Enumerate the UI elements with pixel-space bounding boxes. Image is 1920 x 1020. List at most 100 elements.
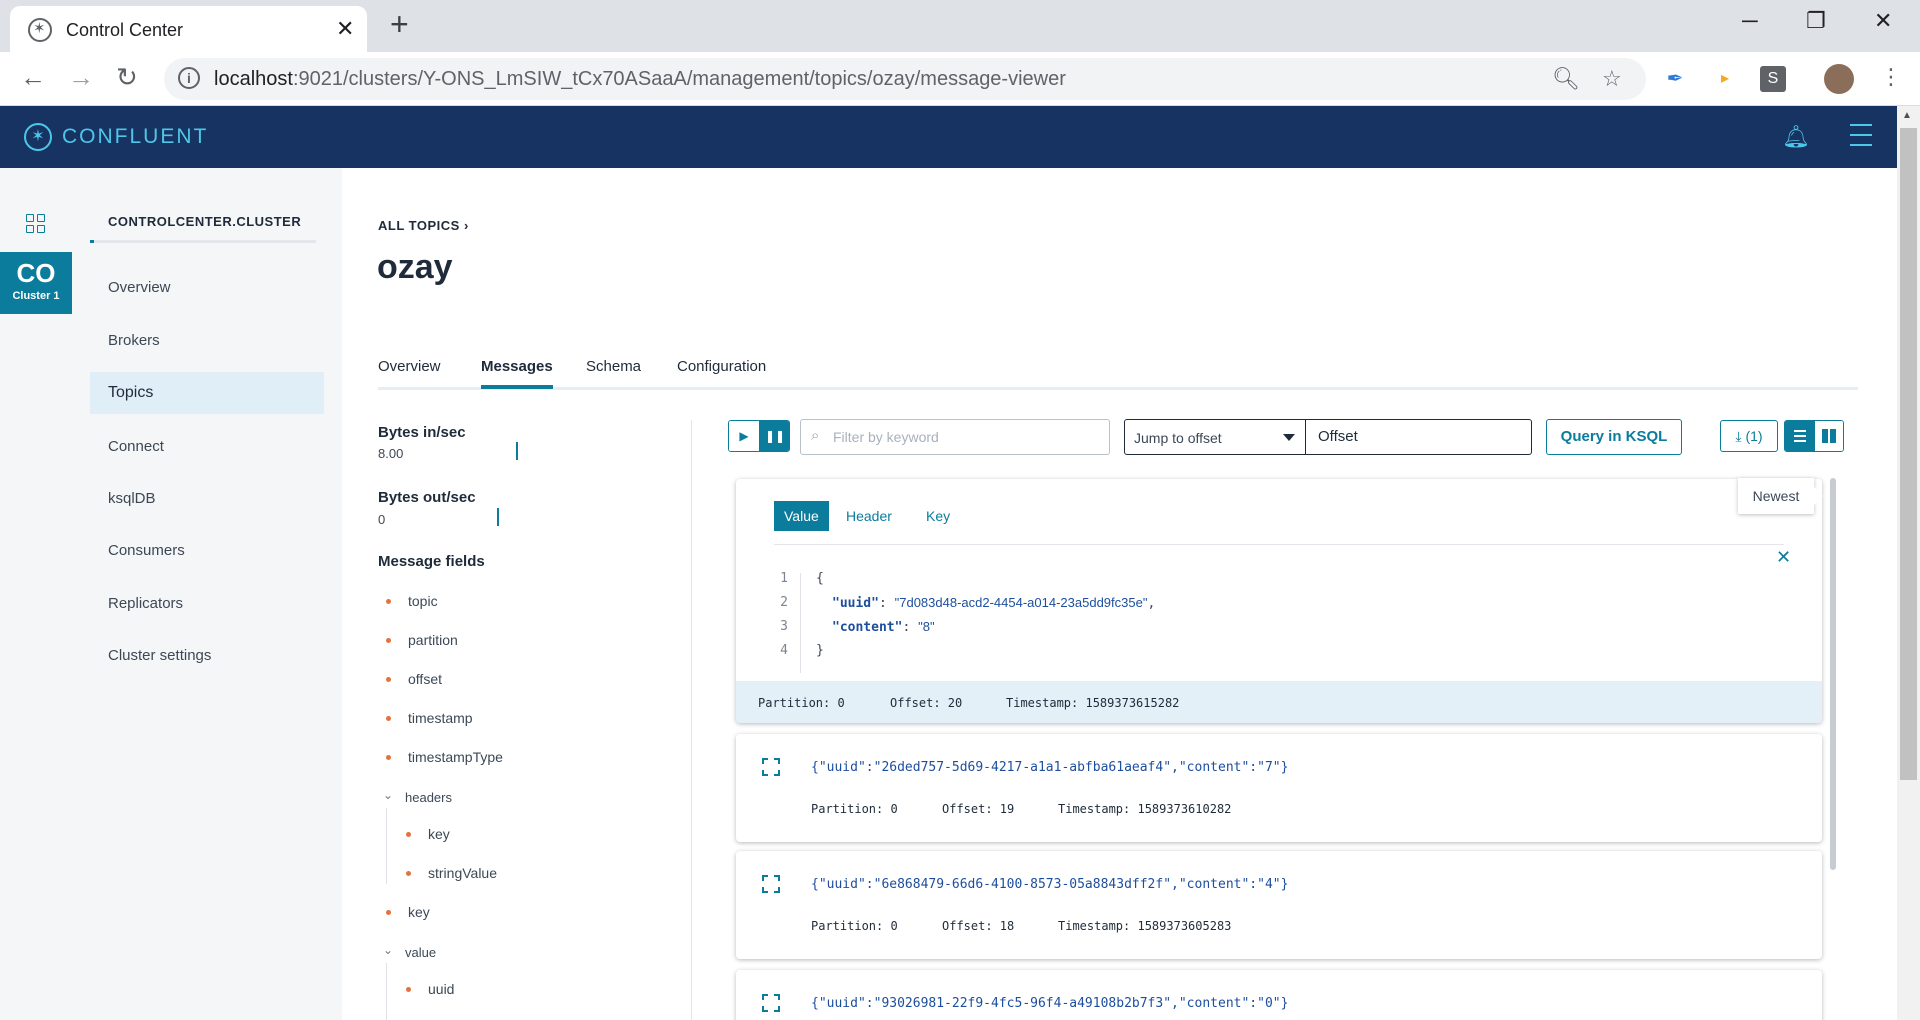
- offset-field[interactable]: [1305, 419, 1532, 455]
- sidenav-item-replicators[interactable]: Replicators: [90, 583, 324, 625]
- chevron-down-icon[interactable]: ⌄: [383, 788, 393, 802]
- list-view-icon[interactable]: [1785, 421, 1815, 451]
- field-headers-key[interactable]: key: [406, 826, 450, 842]
- all-clusters-grid-icon[interactable]: [26, 214, 46, 234]
- filter-input[interactable]: [833, 426, 1103, 448]
- subtab-value[interactable]: Value: [774, 501, 829, 531]
- url-text[interactable]: localhost:9021/clusters/Y-ONS_LmSIW_tCx7…: [214, 68, 1066, 91]
- card-view-icon[interactable]: [1815, 421, 1843, 451]
- cluster-name: CONTROLCENTER.CLUSTER: [108, 214, 302, 229]
- query-in-ksql-button[interactable]: Query in KSQL: [1546, 419, 1682, 455]
- bookmark-star-icon[interactable]: ☆: [1602, 66, 1622, 92]
- pause-button[interactable]: ❚❚: [759, 421, 789, 451]
- offset-input[interactable]: [1318, 428, 1518, 445]
- sidenav-item-consumers[interactable]: Consumers: [90, 530, 324, 572]
- minimize-icon[interactable]: ─: [1742, 8, 1758, 34]
- tab-overview[interactable]: Overview: [378, 358, 441, 375]
- new-tab-icon[interactable]: +: [390, 8, 409, 40]
- play-button[interactable]: ▶: [729, 421, 759, 451]
- json-open-brace: {: [816, 571, 824, 586]
- collapse-close-icon[interactable]: ✕: [1776, 547, 1791, 568]
- site-info-icon[interactable]: i: [178, 67, 200, 89]
- bytes-out-label: Bytes out/sec: [378, 489, 476, 506]
- sidenav-item-cluster-settings[interactable]: Cluster settings: [90, 635, 324, 677]
- back-arrow-icon[interactable]: ←: [20, 62, 46, 93]
- notifications-bell-icon[interactable]: 🔔︎: [1782, 124, 1810, 150]
- line-number: 1: [780, 571, 788, 586]
- tab-messages[interactable]: Messages: [481, 358, 553, 375]
- field-label: timestamp: [408, 710, 473, 726]
- filter-field[interactable]: ⌕: [800, 419, 1110, 455]
- partition-text: Partition: 0: [811, 919, 898, 933]
- json-line-uuid: "uuid": "7d083d48-acd2-4454-a014-23a5dd9…: [832, 595, 1156, 611]
- feather-extension-icon[interactable]: ✒: [1662, 66, 1688, 92]
- expand-icon[interactable]: [762, 875, 780, 893]
- partition-text: Partition: 0: [811, 802, 898, 816]
- chevron-right-icon: ›: [463, 218, 469, 233]
- messages-scrollbar[interactable]: [1830, 478, 1836, 870]
- bytes-out-sparkline: [497, 508, 499, 526]
- browser-tab-strip: Control Center ✕ + ─ ❐ ✕: [0, 0, 1920, 52]
- sidenav-item-topics[interactable]: Topics: [90, 372, 324, 414]
- scroll-up-arrow-icon[interactable]: ▲: [1902, 110, 1912, 121]
- message-meta-bar: Partition: 0 Offset: 20 Timestamp: 15893…: [736, 681, 1822, 723]
- browser-menu-icon[interactable]: ⋮: [1880, 64, 1902, 90]
- chevron-down-icon[interactable]: ⌄: [383, 943, 393, 957]
- address-bar[interactable]: i localhost:9021/clusters/Y-ONS_LmSIW_tC…: [164, 58, 1646, 100]
- cluster-badge[interactable]: CO Cluster 1: [0, 252, 72, 314]
- message-card[interactable]: {"uuid":"93026981-22f9-4fc5-96f4-a49108b…: [736, 970, 1822, 1020]
- jump-select-label: Jump to offset: [1134, 430, 1222, 446]
- subtab-key[interactable]: Key: [916, 501, 960, 531]
- field-topic[interactable]: topic: [386, 593, 438, 609]
- download-button[interactable]: ⤓ (1): [1720, 420, 1778, 452]
- reload-icon[interactable]: ↻: [116, 62, 138, 93]
- cluster-name-underline: [90, 240, 316, 243]
- field-label: offset: [408, 671, 442, 687]
- bullet-icon: [386, 910, 391, 915]
- window-close-icon[interactable]: ✕: [1874, 8, 1892, 34]
- favicon-icon: [28, 18, 52, 42]
- expand-icon[interactable]: [762, 758, 780, 776]
- timestamp-text: Timestamp: 1589373615282: [1006, 696, 1180, 710]
- hamburger-menu-icon[interactable]: [1850, 124, 1872, 148]
- message-card-expanded[interactable]: Value Header Key ✕ 1 2 3 4 { "uuid": "7d…: [736, 479, 1822, 723]
- field-group-value[interactable]: ⌄ value: [383, 943, 436, 960]
- field-headers-stringvalue[interactable]: stringValue: [406, 865, 497, 881]
- field-partition[interactable]: partition: [386, 632, 458, 648]
- message-card[interactable]: {"uuid":"26ded757-5d69-4217-a1a1-abfba61…: [736, 734, 1822, 842]
- breadcrumb[interactable]: ALL TOPICS ›: [378, 218, 469, 233]
- sidenav-item-overview[interactable]: Overview: [90, 267, 324, 309]
- sidenav-item-brokers[interactable]: Brokers: [90, 320, 324, 362]
- page-scrollbar-thumb[interactable]: [1900, 128, 1917, 780]
- field-timestamp[interactable]: timestamp: [386, 710, 473, 726]
- zoom-icon[interactable]: 🔍︎: [1552, 66, 1580, 92]
- s-extension-icon[interactable]: S: [1760, 66, 1786, 92]
- arrow-extension-icon[interactable]: ▸: [1712, 66, 1738, 92]
- panel-divider: [691, 420, 692, 1020]
- browser-tab[interactable]: Control Center ✕: [10, 6, 367, 52]
- browser-tab-title: Control Center: [66, 20, 184, 40]
- forward-arrow-icon[interactable]: →: [68, 62, 94, 93]
- tab-configuration[interactable]: Configuration: [677, 358, 766, 375]
- message-card[interactable]: {"uuid":"6e868479-66d6-4100-8573-05a8843…: [736, 851, 1822, 959]
- sidenav-item-ksqldb[interactable]: ksqlDB: [90, 478, 324, 520]
- field-key[interactable]: key: [386, 904, 430, 920]
- expand-icon[interactable]: [762, 994, 780, 1012]
- close-tab-icon[interactable]: ✕: [336, 16, 354, 42]
- profile-avatar[interactable]: [1824, 64, 1854, 94]
- subtab-header[interactable]: Header: [836, 501, 902, 531]
- breadcrumb-all-topics[interactable]: ALL TOPICS: [378, 218, 460, 233]
- message-json: {"uuid":"6e868479-66d6-4100-8573-05a8843…: [811, 877, 1289, 892]
- tab-schema[interactable]: Schema: [586, 358, 641, 375]
- restore-icon[interactable]: ❐: [1806, 8, 1826, 34]
- jump-to-offset-select[interactable]: Jump to offset: [1124, 419, 1306, 455]
- sidenav-item-connect[interactable]: Connect: [90, 426, 324, 468]
- field-timestamptype[interactable]: timestampType: [386, 749, 503, 765]
- playback-controls: ▶ ❚❚: [728, 420, 790, 452]
- field-group-headers[interactable]: ⌄ headers: [383, 788, 452, 805]
- field-label: key: [428, 826, 450, 842]
- field-offset[interactable]: offset: [386, 671, 442, 687]
- download-count: (1): [1745, 428, 1763, 444]
- field-value-uuid[interactable]: uuid: [406, 981, 454, 997]
- bullet-icon: [406, 987, 411, 992]
